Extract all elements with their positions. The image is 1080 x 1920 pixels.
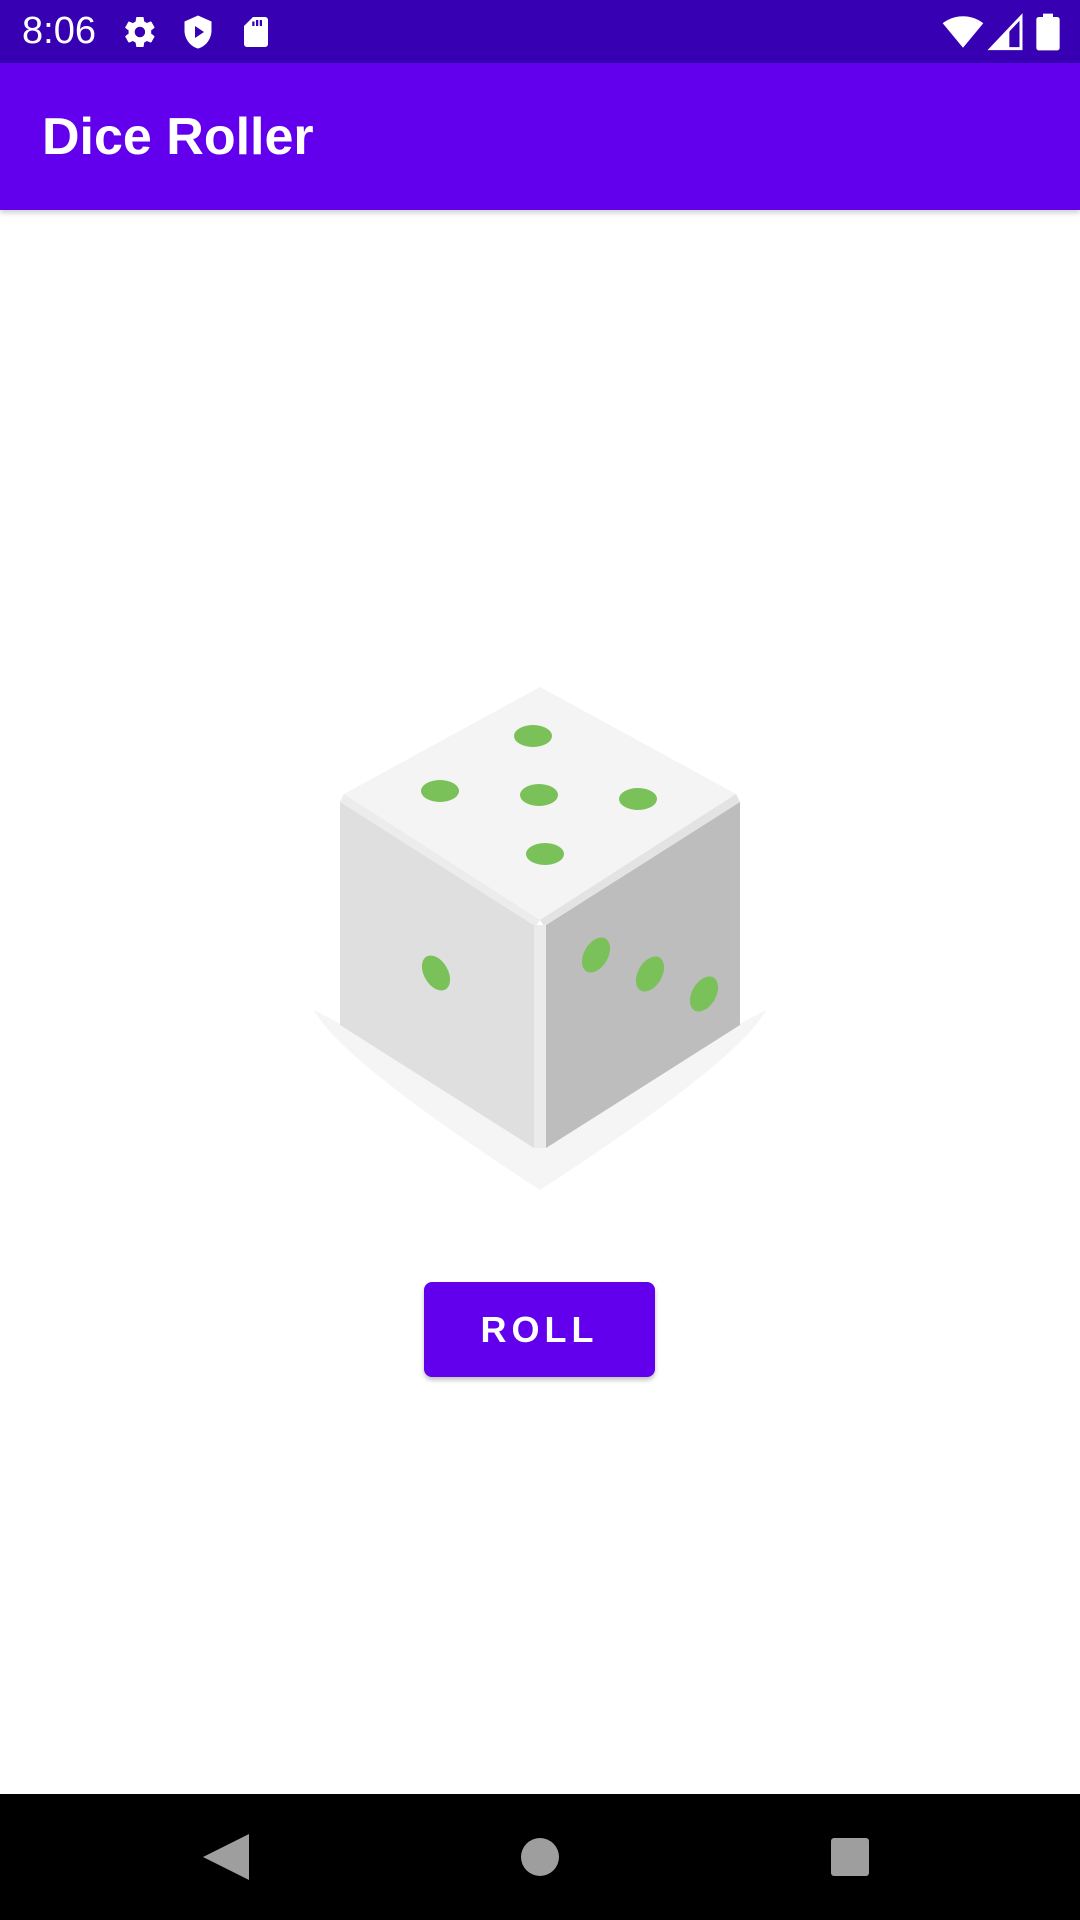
recents-icon[interactable]	[817, 1824, 883, 1890]
app-bar: Dice Roller	[0, 63, 1080, 210]
navigation-bar	[0, 1794, 1080, 1920]
status-time: 8:06	[22, 10, 96, 52]
home-icon[interactable]	[507, 1824, 573, 1890]
back-icon[interactable]	[193, 1824, 259, 1890]
roll-button[interactable]: ROLL	[424, 1282, 655, 1377]
screen: 8:06 Dice Roller ROLL	[0, 0, 1080, 1920]
status-bar: 8:06	[0, 0, 1080, 63]
shield-play-icon	[180, 14, 216, 50]
sd-card-icon	[238, 14, 274, 50]
wifi-icon	[942, 11, 984, 53]
dice-image	[300, 680, 780, 1200]
app-title: Dice Roller	[42, 108, 314, 166]
gear-icon	[122, 14, 158, 50]
dice-icon	[314, 687, 766, 1190]
battery-icon	[1034, 12, 1062, 52]
cell-signal-icon	[986, 12, 1026, 52]
